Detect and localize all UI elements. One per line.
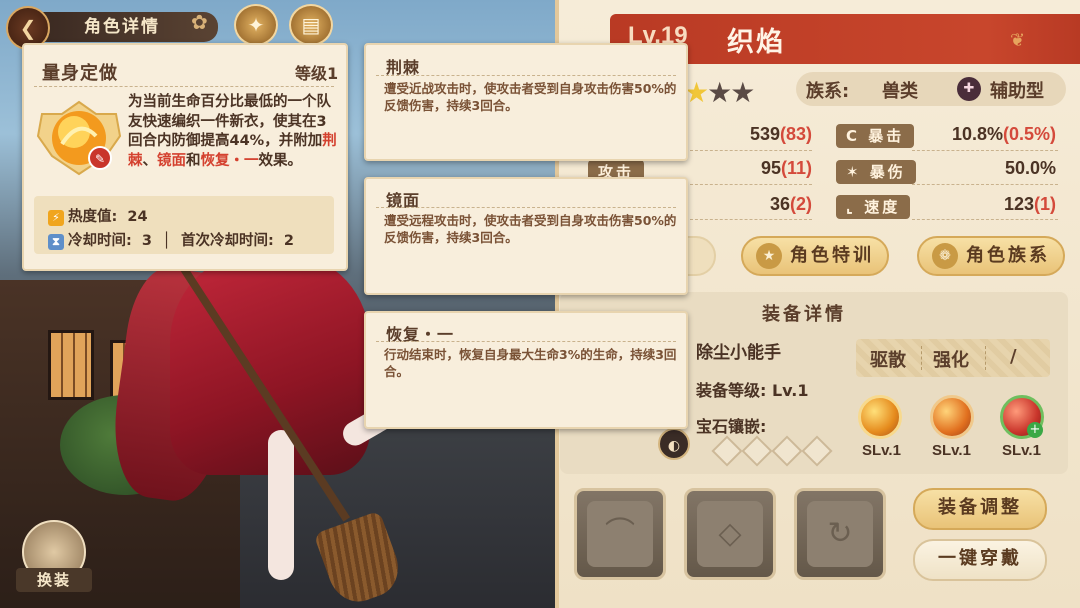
gem-level: SLv.1	[862, 442, 901, 459]
ring-icon: ↻	[807, 501, 873, 567]
equip-all-button[interactable]: 一键穿戴	[913, 539, 1047, 581]
star-empty-icon: ★	[707, 76, 732, 109]
broom-head	[313, 510, 407, 608]
gem-icon[interactable]	[930, 395, 974, 439]
skill-title: 量身定做	[42, 63, 118, 84]
equipment-effect-icon[interactable]: ◐	[658, 428, 690, 460]
stat-crit-damage-value: 50.0%	[1004, 158, 1056, 178]
stat-crit-label: C 暴击	[836, 124, 915, 148]
gem-level: SLv.1	[932, 442, 971, 459]
star-empty-icon: ★	[730, 76, 755, 109]
necklace-slot[interactable]: ◇	[684, 488, 776, 580]
faction-label: 族系:	[806, 81, 850, 102]
star-icon: ★	[756, 243, 782, 269]
hat-icon: ⌒	[587, 501, 653, 567]
crit-icon: C	[846, 127, 869, 145]
stat-defense-value: 36(2)	[769, 194, 812, 214]
stat-speed-value: 123(1)	[1003, 194, 1056, 214]
equipment-name: 除尘小能手	[696, 343, 781, 363]
support-role-icon: ✚	[957, 77, 981, 101]
faction-value: 兽类	[882, 81, 918, 102]
swap-outfit-label[interactable]: 换装	[16, 568, 92, 592]
hat-slot[interactable]: ⌒	[574, 488, 666, 580]
effect-description: 行动结束时，恢复自身最大生命3%的生命，持续3回合。	[384, 347, 677, 379]
gem-inlay-label: 宝石镶嵌:	[696, 417, 767, 436]
character-faction-button[interactable]: ❁ 角色族系	[917, 236, 1065, 276]
star-rating: ★★★	[684, 76, 755, 109]
skill-description: 为当前生命百分比最低的一个队友快速编织一件新衣，使其在3回合内防御提高44%，并…	[128, 94, 337, 169]
heat-value-row: ⚡ 热度值: 24	[48, 205, 148, 226]
special-training-button[interactable]: ★ 角色特训	[741, 236, 889, 276]
book-icon[interactable]: ▤	[289, 4, 333, 46]
equipment-level: 装备等级: Lv.1	[696, 381, 809, 400]
enhance-action[interactable]: 强化	[933, 346, 969, 372]
stat-speed-label: ⌞ 速度	[836, 195, 911, 219]
gem-icon[interactable]	[858, 395, 902, 439]
stat-attack-value: 95(11)	[760, 158, 812, 178]
role-type: 辅助型	[990, 81, 1044, 102]
character-name: 织焰	[727, 27, 785, 58]
cooldown-row: ⧗ 冷却时间: 3 │ 首次冷却时间: 2	[48, 229, 294, 250]
stat-hp-value: 539(83)	[749, 124, 812, 144]
ring-slot[interactable]: ↻	[794, 488, 886, 580]
skill-level: 等级1	[295, 64, 339, 83]
medal-icon[interactable]: ✦	[234, 4, 278, 46]
svg-text:✎: ✎	[95, 152, 105, 166]
skill-icon: ✎	[36, 100, 122, 176]
adjust-equipment-button[interactable]: 装备调整	[913, 488, 1047, 530]
crit-damage-icon: ✶	[846, 163, 870, 181]
stat-crit-value: 10.8%(0.5%)	[951, 124, 1056, 144]
gem-level: SLv.1	[1002, 442, 1041, 459]
banner-ornament-icon: ❦	[1010, 30, 1026, 51]
effect-description: 遭受远程攻击时，使攻击者受到自身攻击伤害50%的反馈伤害，持续3回合。	[384, 213, 677, 245]
dispel-action[interactable]: 驱散	[870, 346, 906, 372]
stat-crit-damage-label: ✶ 暴伤	[836, 160, 916, 184]
lightning-icon: ⚡	[48, 210, 64, 226]
speed-icon: ⌞	[846, 198, 865, 216]
add-gem-icon[interactable]: +	[1027, 422, 1043, 438]
back-arrow-icon: ❮	[19, 16, 37, 40]
paw-icon: ❁	[932, 243, 958, 269]
hourglass-icon: ⧗	[48, 234, 64, 250]
effect-description: 遭受近战攻击时，使攻击者受到自身攻击伤害50%的反馈伤害，持续3回合。	[384, 81, 677, 113]
empty-action: /	[1010, 346, 1017, 367]
character-leg	[268, 430, 294, 580]
necklace-icon: ◇	[697, 501, 763, 567]
clover-icon: ✿	[191, 10, 208, 34]
equipment-section-title: 装备详情	[762, 304, 846, 325]
house-window	[48, 330, 94, 400]
